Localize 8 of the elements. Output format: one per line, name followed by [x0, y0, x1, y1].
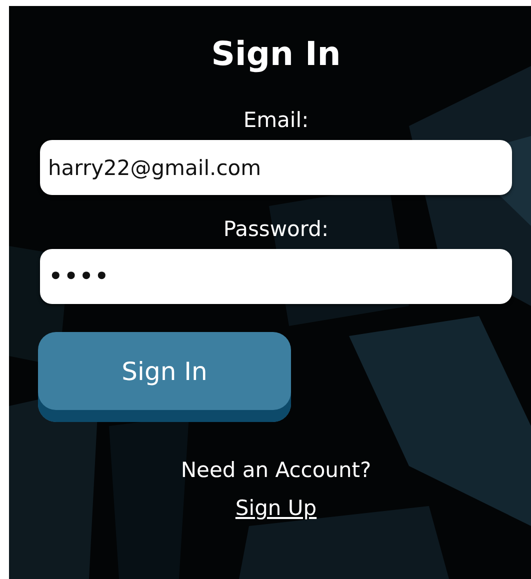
email-field[interactable]: harry22@gmail.com [40, 140, 512, 195]
sign-up-link[interactable]: Sign Up [235, 494, 317, 522]
sign-in-button[interactable]: Sign In [38, 332, 291, 422]
account-prompt: Need an Account? [180, 457, 372, 484]
field-label: Email: [243, 107, 309, 134]
page-title: Sign In [211, 33, 341, 75]
password-field[interactable]: •••• [40, 249, 512, 304]
field-label: Password: [223, 216, 329, 243]
